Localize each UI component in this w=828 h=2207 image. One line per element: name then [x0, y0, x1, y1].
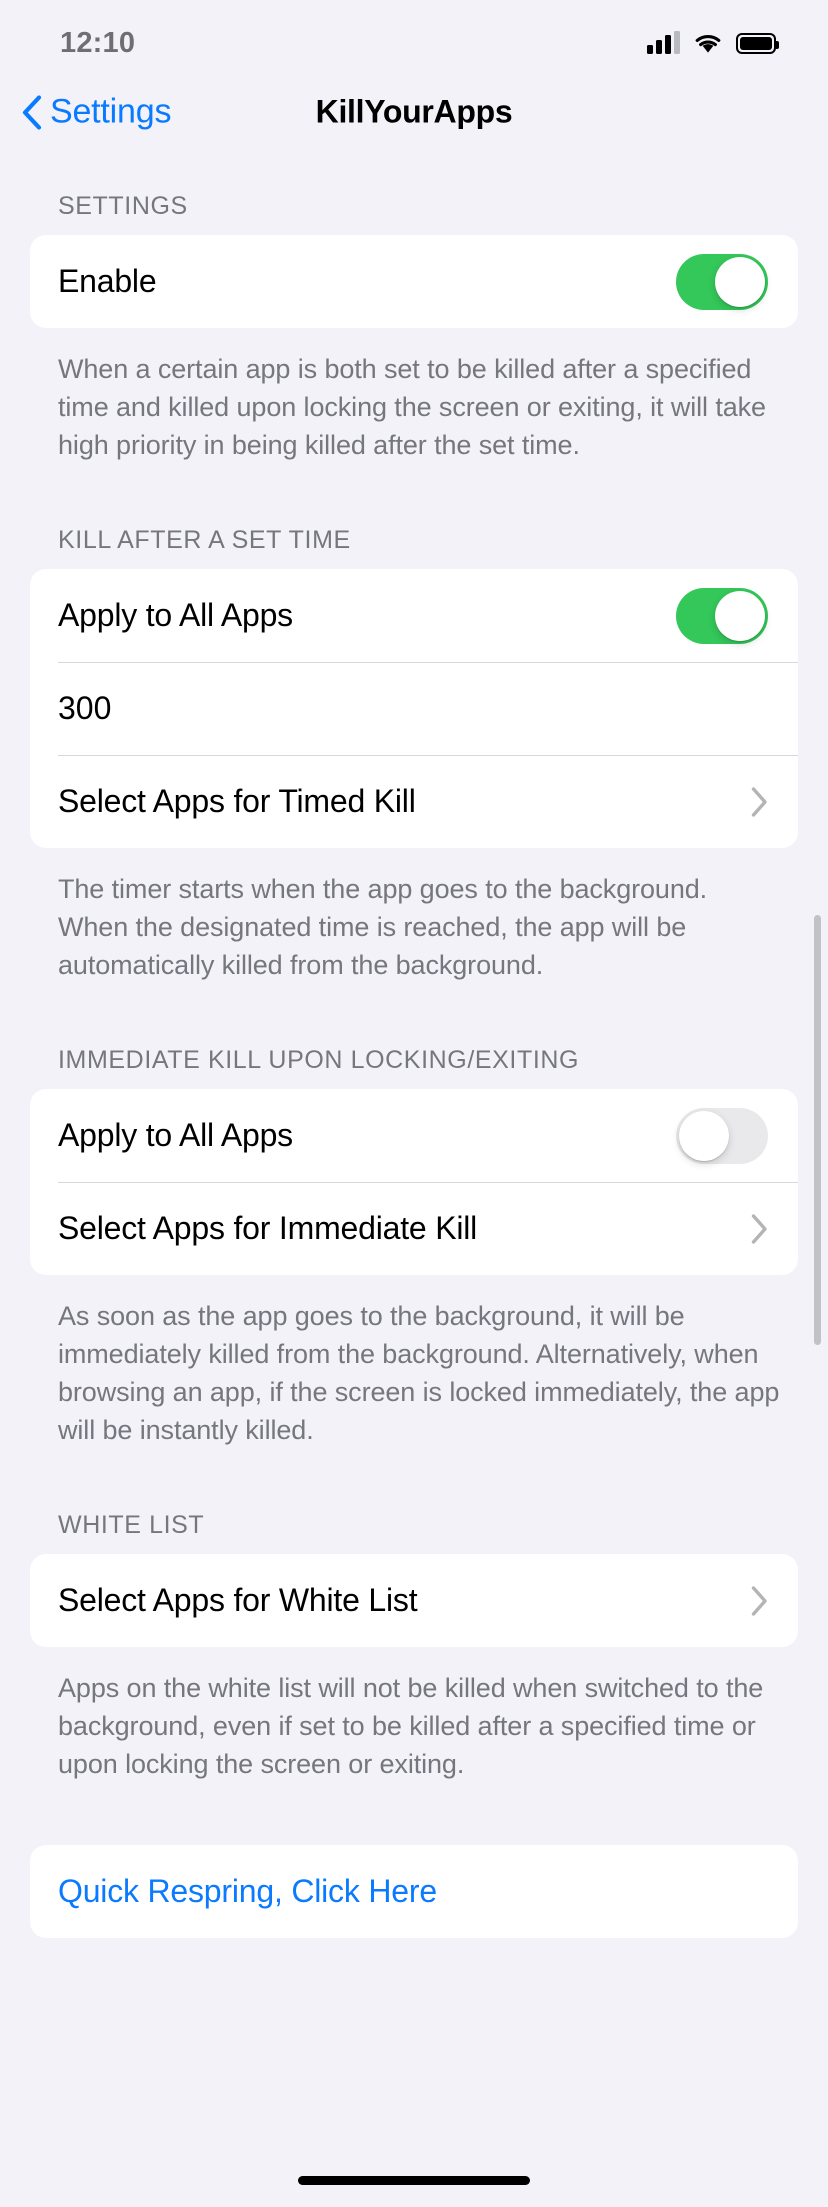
toggle-knob — [715, 590, 765, 641]
section-header-immediate-kill: IMMEDIATE KILL UPON LOCKING/EXITING — [58, 1046, 580, 1074]
page-title: KillYourApps — [315, 93, 513, 130]
section-group-immediate-kill: Apply to All Apps Select Apps for Immedi… — [30, 1089, 798, 1275]
vertical-scrollbar[interactable] — [814, 915, 821, 1345]
row-select-apps-immediate-kill[interactable]: Select Apps for Immediate Kill — [30, 1182, 798, 1275]
home-indicator[interactable] — [298, 2176, 530, 2185]
section-group-timed-kill: Apply to All Apps 300 Select Apps for Ti… — [30, 569, 798, 848]
row-select-apps-white-list-label: Select Apps for White List — [58, 1582, 418, 1618]
settings-list: SETTINGS Enable When a certain app is bo… — [0, 152, 828, 2207]
row-select-apps-timed-kill-label: Select Apps for Timed Kill — [58, 783, 416, 819]
section-group-respring: Quick Respring, Click Here — [30, 1845, 798, 1938]
back-button[interactable]: Settings — [22, 93, 171, 132]
navigation-bar: Settings KillYourApps — [0, 72, 828, 152]
chevron-right-icon — [751, 1213, 767, 1244]
status-bar: 12:10 — [0, 0, 828, 72]
row-enable[interactable]: Enable — [30, 235, 798, 328]
cellular-signal-icon — [647, 31, 680, 54]
apply-all-timed-toggle[interactable] — [676, 587, 768, 644]
back-button-label: Settings — [50, 92, 172, 131]
chevron-left-icon — [22, 95, 42, 129]
quick-respring-label: Quick Respring, Click Here — [58, 1873, 437, 1909]
wifi-icon — [695, 35, 721, 53]
row-select-apps-white-list[interactable]: Select Apps for White List — [30, 1554, 798, 1647]
row-select-apps-immediate-kill-label: Select Apps for Immediate Kill — [58, 1210, 478, 1246]
section-group-white-list: Select Apps for White List — [30, 1554, 798, 1647]
row-timer-value[interactable]: 300 — [30, 662, 798, 755]
battery-full-icon — [736, 32, 779, 54]
enable-toggle[interactable] — [676, 253, 768, 310]
section-footer-settings: When a certain app is both set to be kil… — [58, 354, 766, 460]
toggle-knob — [679, 1110, 729, 1161]
row-apply-all-immediate[interactable]: Apply to All Apps — [30, 1089, 798, 1182]
row-enable-label: Enable — [58, 263, 157, 299]
section-group-settings: Enable — [30, 235, 798, 328]
section-footer-immediate-kill: As soon as the app goes to the backgroun… — [58, 1301, 780, 1445]
section-footer-timed-kill: The timer starts when the app goes to th… — [58, 874, 708, 980]
status-bar-indicators — [647, 31, 779, 54]
section-header-settings: SETTINGS — [58, 192, 188, 220]
chevron-right-icon — [751, 1585, 767, 1616]
section-footer-white-list: Apps on the white list will not be kille… — [58, 1673, 764, 1779]
apply-all-immediate-toggle[interactable] — [676, 1107, 768, 1164]
row-select-apps-timed-kill[interactable]: Select Apps for Timed Kill — [30, 755, 798, 848]
row-quick-respring[interactable]: Quick Respring, Click Here — [30, 1845, 798, 1938]
row-apply-all-timed[interactable]: Apply to All Apps — [30, 569, 798, 662]
toggle-knob — [715, 256, 765, 307]
section-header-white-list: WHITE LIST — [58, 1511, 205, 1539]
row-apply-all-timed-label: Apply to All Apps — [58, 597, 293, 633]
section-header-timed-kill: KILL AFTER A SET TIME — [58, 526, 351, 554]
timer-value-input[interactable]: 300 — [58, 690, 768, 727]
chevron-right-icon — [751, 786, 767, 817]
status-bar-time: 12:10 — [60, 26, 136, 59]
settings-screen: 12:10 Settings KillYourApps SETTINGS Ena… — [0, 0, 828, 2207]
row-apply-all-immediate-label: Apply to All Apps — [58, 1117, 293, 1153]
